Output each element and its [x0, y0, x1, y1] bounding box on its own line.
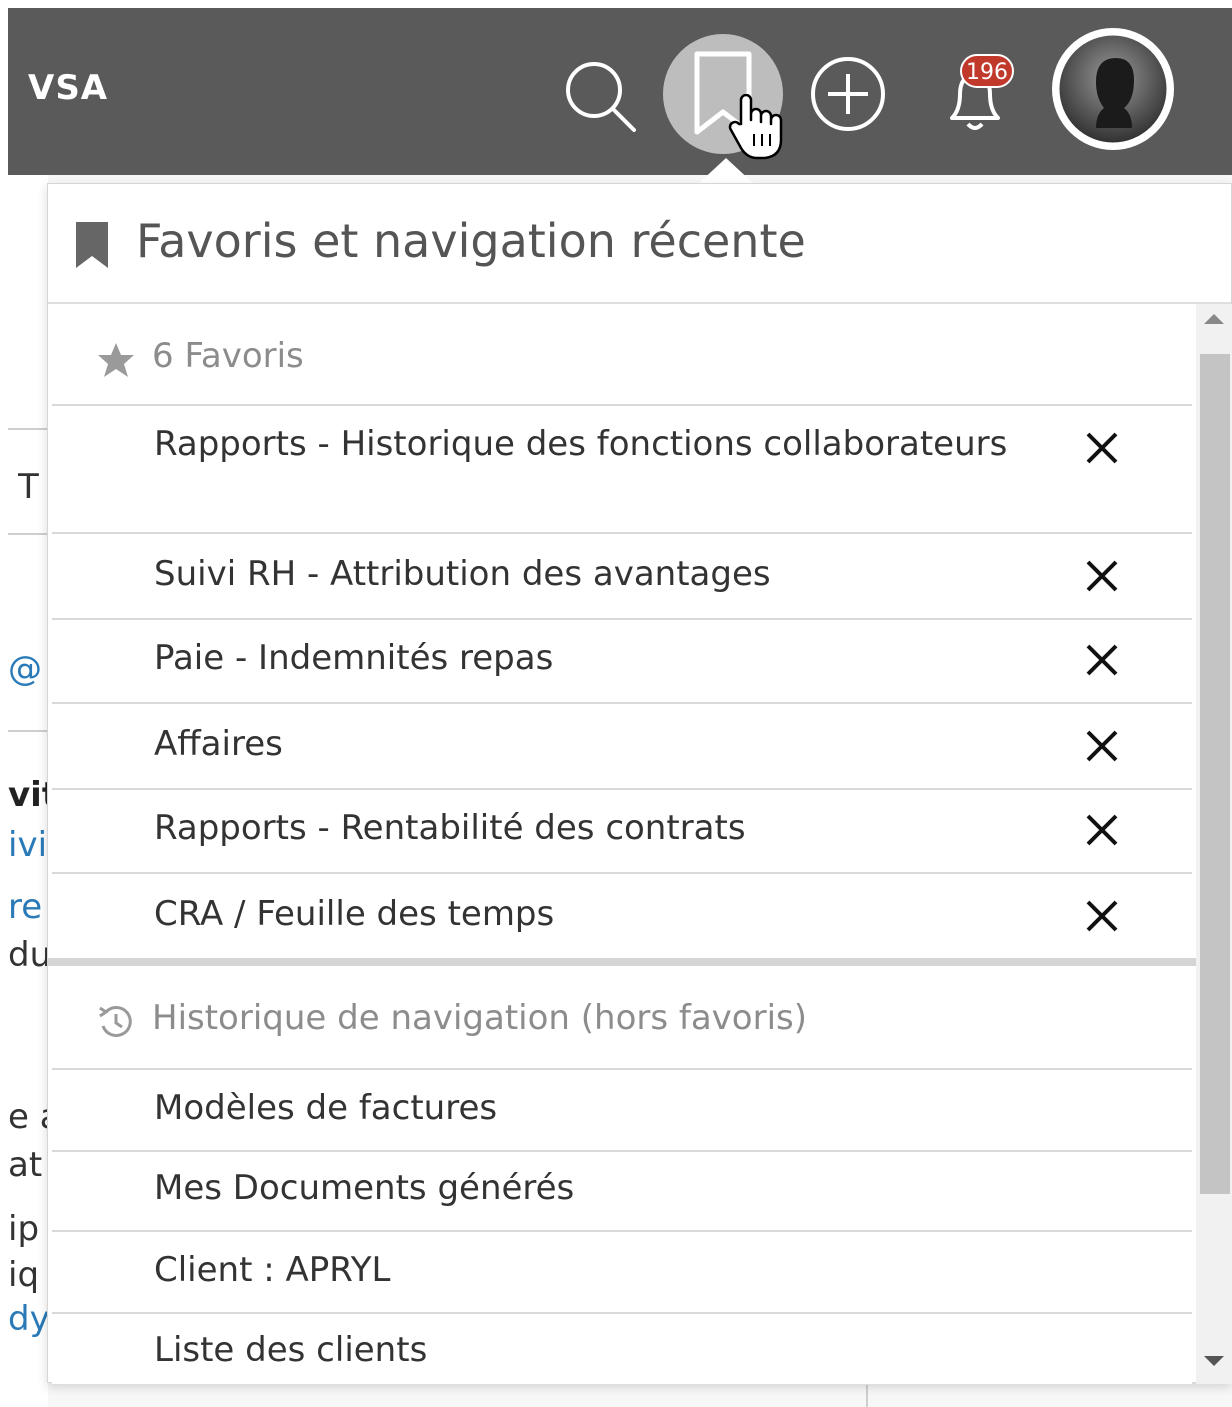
favorites-header: 6 Favoris: [96, 336, 696, 384]
remove-favorite-button[interactable]: [1082, 726, 1122, 766]
close-icon: [1086, 730, 1118, 762]
bg-text-fragment: T: [18, 467, 39, 507]
bg-text-fragment: vit: [8, 775, 48, 815]
favorite-item[interactable]: CRA / Feuille des temps: [52, 872, 1192, 958]
favorite-item[interactable]: Affaires: [52, 702, 1192, 788]
favorite-item[interactable]: Rapports - Rentabilité des contrats: [52, 788, 1192, 872]
close-icon: [1086, 814, 1118, 846]
remove-favorite-button[interactable]: [1082, 810, 1122, 850]
top-bar: VSA 196: [8, 8, 1232, 175]
history-item-label: Liste des clients: [154, 1330, 428, 1370]
remove-favorite-button[interactable]: [1082, 556, 1122, 596]
favorite-item-label: Suivi RH - Attribution des avantages: [154, 554, 771, 594]
bg-text-fragment: e a: [8, 1097, 48, 1137]
add-button[interactable]: [808, 54, 888, 134]
close-icon: [1086, 900, 1118, 932]
hand-cursor-icon: [728, 94, 783, 160]
bg-text-fragment: iq: [8, 1255, 40, 1295]
scrollbar-thumb[interactable]: [1200, 354, 1230, 1194]
close-icon: [1086, 432, 1118, 464]
favorite-item-label: CRA / Feuille des temps: [154, 894, 555, 934]
bg-divider: [8, 428, 48, 430]
section-separator: [48, 958, 1196, 966]
remove-favorite-button[interactable]: [1082, 896, 1122, 936]
panel-scrollbar[interactable]: [1196, 304, 1232, 1384]
bookmarks-button[interactable]: [663, 34, 783, 160]
history-item-label: Modèles de factures: [154, 1088, 498, 1128]
scroll-up-arrow-icon[interactable]: [1204, 314, 1224, 324]
bg-divider: [8, 730, 48, 732]
bg-link-fragment: re: [8, 887, 43, 927]
star-icon: [98, 343, 134, 377]
close-icon: [1086, 560, 1118, 592]
plus-circle-icon: [811, 57, 885, 131]
favorite-item[interactable]: Paie - Indemnités repas: [52, 618, 1192, 702]
remove-favorite-button[interactable]: [1082, 428, 1122, 468]
favorite-item-label: Rapports - Historique des fonctions coll…: [154, 424, 1008, 464]
favorite-item[interactable]: Rapports - Historique des fonctions coll…: [52, 404, 1192, 532]
history-item-label: Client : APRYL: [154, 1250, 391, 1290]
bg-text-fragment: at: [8, 1145, 43, 1185]
bg-divider: [8, 533, 48, 535]
bg-divider: [866, 1385, 868, 1407]
notification-count-badge: 196: [960, 54, 1014, 88]
avatar-icon: [1054, 30, 1172, 148]
favorite-item-label: Rapports - Rentabilité des contrats: [154, 808, 746, 848]
favorite-item-label: Paie - Indemnités repas: [154, 638, 554, 678]
history-item[interactable]: Client : APRYL: [52, 1230, 1192, 1312]
favorite-item[interactable]: Suivi RH - Attribution des avantages: [52, 532, 1192, 618]
history-item[interactable]: Liste des clients: [52, 1312, 1192, 1384]
favorite-item-label: Affaires: [154, 724, 283, 764]
remove-favorite-button[interactable]: [1082, 640, 1122, 680]
favorites-count: 6 Favoris: [152, 336, 304, 376]
favorites-dropdown: Favoris et navigation récente 6 Favoris …: [47, 183, 1232, 1384]
panel-scroll-area: 6 Favoris Rapports - Historique des fonc…: [48, 304, 1196, 1384]
bg-text-fragment: ip: [8, 1209, 40, 1249]
panel-caret: [698, 158, 754, 184]
history-item[interactable]: Modèles de factures: [52, 1068, 1192, 1150]
history-item-label: Mes Documents générés: [154, 1168, 575, 1208]
panel-header: Favoris et navigation récente: [48, 184, 1231, 304]
search-button[interactable]: [560, 56, 640, 136]
close-icon: [1086, 644, 1118, 676]
history-header: Historique de navigation (hors favoris): [96, 998, 1096, 1046]
bg-link-fragment: ivi: [8, 825, 48, 865]
page-left-column: T @ vit ivi re du e a at ip iq dy: [8, 175, 48, 1407]
user-avatar[interactable]: [1052, 28, 1174, 150]
history-icon: [99, 1006, 132, 1037]
bg-link-fragment: dy: [8, 1299, 48, 1339]
history-header-label: Historique de navigation (hors favoris): [152, 998, 807, 1038]
bg-text-fragment: du: [8, 935, 48, 975]
history-item[interactable]: Mes Documents générés: [52, 1150, 1192, 1230]
bookmark-filled-icon: [76, 222, 108, 268]
bg-link-fragment: @: [8, 649, 42, 689]
scroll-down-arrow-icon[interactable]: [1204, 1356, 1224, 1366]
search-icon: [566, 62, 636, 132]
brand-name: VSA: [28, 68, 109, 108]
panel-title: Favoris et navigation récente: [136, 214, 806, 268]
